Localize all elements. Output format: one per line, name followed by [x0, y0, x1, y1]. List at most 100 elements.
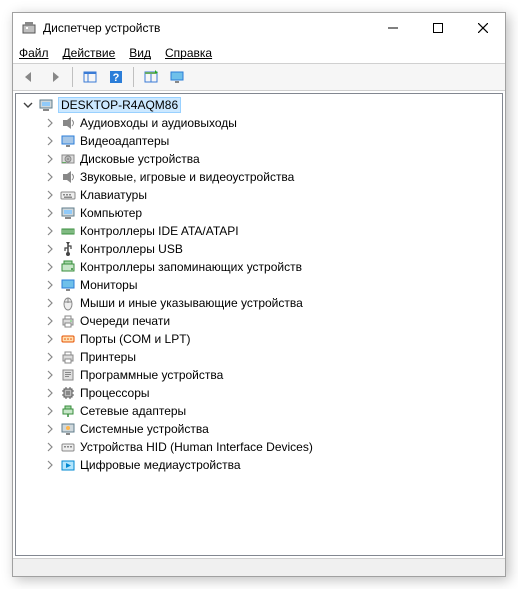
port-icon [60, 331, 76, 347]
tree-node-label: Очереди печати [80, 314, 170, 328]
toolbar-separator [133, 67, 134, 87]
tree-node-label: Устройства HID (Human Interface Devices) [80, 440, 313, 454]
printer-icon [60, 349, 76, 365]
tree-node[interactable]: Клавиатуры [16, 186, 502, 204]
tree-node[interactable]: Программные устройства [16, 366, 502, 384]
disk-icon [60, 151, 76, 167]
menu-view[interactable]: Вид [129, 46, 151, 60]
tree-node[interactable]: Мониторы [16, 276, 502, 294]
tree-node-label: Контроллеры запоминающих устройств [80, 260, 302, 274]
tree-root-label: DESKTOP-R4AQM86 [58, 97, 181, 113]
help-button[interactable]: ? [104, 65, 128, 89]
tree-node[interactable]: Цифровые медиаустройства [16, 456, 502, 474]
device-tree[interactable]: DESKTOP-R4AQM86 Аудиовходы и аудиовыходы… [15, 93, 503, 556]
tree-node[interactable]: Очереди печати [16, 312, 502, 330]
expander-closed-icon[interactable] [44, 459, 56, 471]
tree-node[interactable]: Порты (COM и LPT) [16, 330, 502, 348]
cpu-icon [60, 385, 76, 401]
tree-node-label: Порты (COM и LPT) [80, 332, 191, 346]
back-button[interactable] [17, 65, 41, 89]
audio-icon [60, 115, 76, 131]
expander-closed-icon[interactable] [44, 333, 56, 345]
toolbar-separator [72, 67, 73, 87]
expander-closed-icon[interactable] [44, 315, 56, 327]
network-icon [60, 403, 76, 419]
expander-closed-icon[interactable] [44, 423, 56, 435]
show-hide-tree-button[interactable] [78, 65, 102, 89]
titlebar: Диспетчер устройств [13, 13, 505, 43]
mouse-icon [60, 295, 76, 311]
tree-node[interactable]: Процессоры [16, 384, 502, 402]
display-icon [60, 133, 76, 149]
monitor-icon [60, 277, 76, 293]
monitor-button[interactable] [165, 65, 189, 89]
tree-node-label: Видеоадаптеры [80, 134, 169, 148]
keyboard-icon [60, 187, 76, 203]
expander-closed-icon[interactable] [44, 441, 56, 453]
tree-node-label: Мониторы [80, 278, 137, 292]
tree-node[interactable]: Контроллеры IDE ATA/ATAPI [16, 222, 502, 240]
ide-icon [60, 223, 76, 239]
menu-file[interactable]: Файл [19, 46, 49, 60]
tree-root-node[interactable]: DESKTOP-R4AQM86 [16, 96, 502, 114]
expander-closed-icon[interactable] [44, 405, 56, 417]
expander-closed-icon[interactable] [44, 135, 56, 147]
tree-node-label: Контроллеры IDE ATA/ATAPI [80, 224, 239, 238]
expander-closed-icon[interactable] [44, 171, 56, 183]
tree-node-label: Системные устройства [80, 422, 209, 436]
tree-node[interactable]: Компьютер [16, 204, 502, 222]
statusbar [13, 558, 505, 576]
window-title: Диспетчер устройств [43, 21, 370, 35]
app-icon [21, 20, 37, 36]
menu-action[interactable]: Действие [63, 46, 116, 60]
tree-node-label: Клавиатуры [80, 188, 147, 202]
expander-open-icon[interactable] [22, 99, 34, 111]
expander-closed-icon[interactable] [44, 279, 56, 291]
tree-node[interactable]: Аудиовходы и аудиовыходы [16, 114, 502, 132]
tree-node[interactable]: Устройства HID (Human Interface Devices) [16, 438, 502, 456]
expander-closed-icon[interactable] [44, 297, 56, 309]
tree-node[interactable]: Контроллеры запоминающих устройств [16, 258, 502, 276]
computer-icon [38, 97, 54, 113]
tree-node-label: Мыши и иные указывающие устройства [80, 296, 303, 310]
expander-closed-icon[interactable] [44, 261, 56, 273]
tree-node-label: Принтеры [80, 350, 136, 364]
svg-text:?: ? [113, 72, 120, 84]
tree-node-label: Цифровые медиаустройства [80, 458, 241, 472]
forward-button[interactable] [43, 65, 67, 89]
system-icon [60, 421, 76, 437]
tree-node-label: Программные устройства [80, 368, 223, 382]
tree-node[interactable]: Видеоадаптеры [16, 132, 502, 150]
expander-closed-icon[interactable] [44, 225, 56, 237]
close-button[interactable] [460, 13, 505, 43]
expander-closed-icon[interactable] [44, 189, 56, 201]
expander-closed-icon[interactable] [44, 207, 56, 219]
expander-closed-icon[interactable] [44, 387, 56, 399]
tree-node[interactable]: Сетевые адаптеры [16, 402, 502, 420]
printq-icon [60, 313, 76, 329]
minimize-button[interactable] [370, 13, 415, 43]
tree-node[interactable]: Мыши и иные указывающие устройства [16, 294, 502, 312]
menu-help[interactable]: Справка [165, 46, 212, 60]
scan-hardware-button[interactable] [139, 65, 163, 89]
tree-node[interactable]: Звуковые, игровые и видеоустройства [16, 168, 502, 186]
hid-icon [60, 439, 76, 455]
tree-node[interactable]: Контроллеры USB [16, 240, 502, 258]
toolbar: ? [13, 63, 505, 91]
expander-closed-icon[interactable] [44, 369, 56, 381]
expander-closed-icon[interactable] [44, 117, 56, 129]
media-icon [60, 457, 76, 473]
expander-closed-icon[interactable] [44, 153, 56, 165]
expander-closed-icon[interactable] [44, 351, 56, 363]
storage-icon [60, 259, 76, 275]
audio-icon [60, 169, 76, 185]
tree-node[interactable]: Дисковые устройства [16, 150, 502, 168]
tree-node-label: Контроллеры USB [80, 242, 183, 256]
software-icon [60, 367, 76, 383]
maximize-button[interactable] [415, 13, 460, 43]
tree-node[interactable]: Системные устройства [16, 420, 502, 438]
tree-node[interactable]: Принтеры [16, 348, 502, 366]
tree-node-label: Процессоры [80, 386, 150, 400]
expander-closed-icon[interactable] [44, 243, 56, 255]
tree-node-label: Сетевые адаптеры [80, 404, 186, 418]
